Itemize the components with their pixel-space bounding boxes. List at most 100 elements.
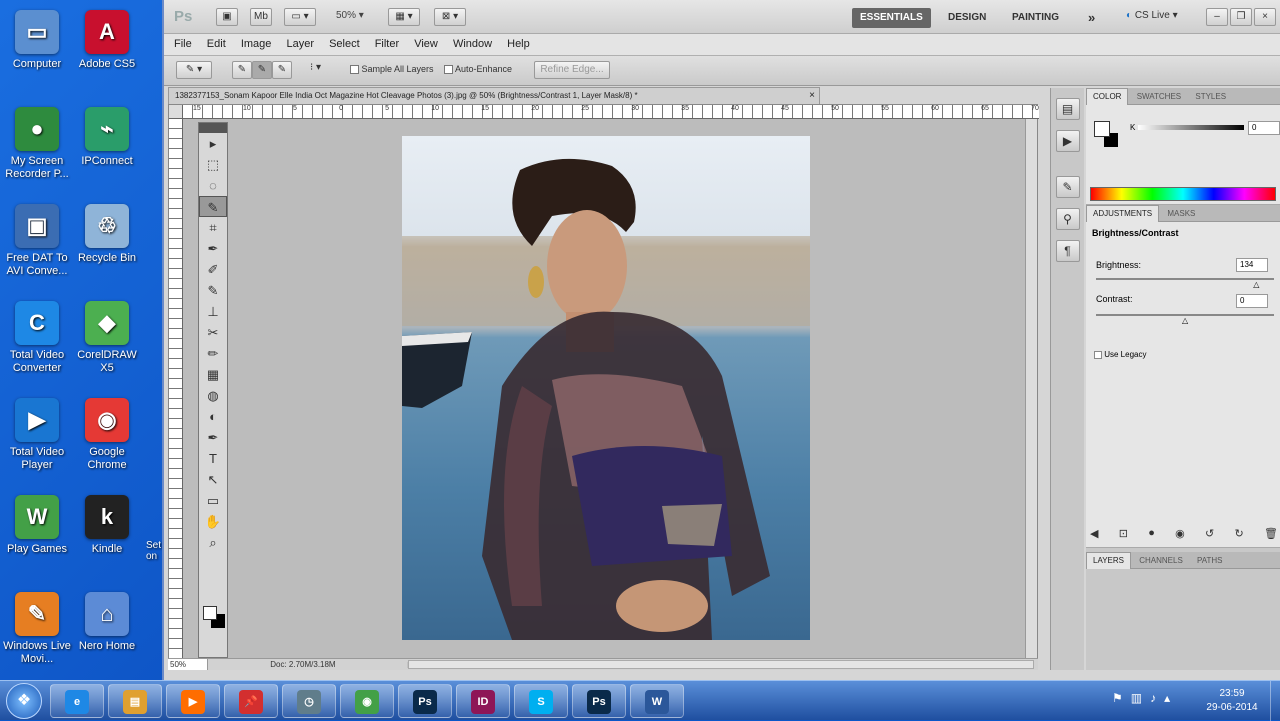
reset-icon[interactable]: ↻ [1235,527,1244,543]
taskbar-photoshop-button[interactable]: Ps [398,684,452,718]
tool-icon[interactable]: ✋ [199,511,227,532]
brightness-value-field[interactable]: 134 [1236,258,1268,272]
menu-layer[interactable]: Layer [280,34,320,50]
tool-icon[interactable]: ◌ [199,175,227,196]
history-panel-icon[interactable]: ▤ [1055,98,1080,120]
taskbar-chrome-button[interactable]: ◉ [340,684,394,718]
tool-icon[interactable]: ✒ [199,238,227,259]
tool-icon[interactable]: ⌗ [199,217,227,238]
menu-window[interactable]: Window [447,34,498,50]
tab-paths[interactable]: PATHS [1191,553,1228,569]
menu-image[interactable]: Image [235,34,278,50]
document-canvas-image[interactable] [402,136,810,640]
vertical-scrollbar[interactable] [1025,119,1037,659]
minibridge-button[interactable]: Mb [250,8,272,26]
tool-icon[interactable]: ◐ [199,406,227,427]
foreground-color-swatch[interactable] [1094,121,1110,137]
paragraph-panel-icon[interactable]: ¶ [1055,240,1080,262]
restore-button[interactable]: ❐ [1230,8,1252,26]
desktop-icon[interactable]: ▶ Total Video Player [0,392,74,488]
workspace-more-button[interactable]: » [1080,8,1103,28]
contrast-slider[interactable]: △ [1096,314,1274,325]
workspace-essentials[interactable]: ESSENTIALS [852,8,931,28]
tab-adjustments[interactable]: ADJUSTMENTS [1086,205,1160,222]
new-selection-button[interactable]: ✎ [232,61,252,79]
tool-icon[interactable]: ▸ [199,133,227,154]
color-spectrum-bar[interactable] [1090,187,1276,201]
tray-arrow-icon[interactable]: ▴ [1164,691,1178,705]
tab-channels[interactable]: CHANNELS [1133,553,1189,569]
desktop-icon[interactable]: ▭ Computer [0,4,74,100]
brushes-panel-icon[interactable]: ✎ [1055,176,1080,198]
toolbox-header[interactable] [199,123,227,133]
brightness-slider-thumb[interactable]: △ [1253,280,1259,289]
tool-icon[interactable]: ✎ [199,280,227,301]
workspace-painting[interactable]: PAINTING [1004,8,1067,28]
tab-color[interactable]: COLOR [1086,88,1129,105]
document-tab[interactable]: 1382377153_Sonam Kapoor Elle India Oct M… [168,87,820,104]
tool-icon[interactable]: ↖ [199,469,227,490]
document-close-icon[interactable]: × [809,88,815,103]
tool-icon[interactable]: ✂ [199,322,227,343]
desktop-icon[interactable]: k Kindle [70,489,144,585]
clone-source-panel-icon[interactable]: ⚲ [1055,208,1080,230]
tool-preset-picker[interactable]: ✎ ▾ [176,61,212,79]
brush-size-picker[interactable]: ⁝ ▾ [310,62,321,73]
tool-icon[interactable]: T [199,448,227,469]
menu-select[interactable]: Select [323,34,366,50]
sample-all-layers-checkbox[interactable]: Sample All Layers [350,64,434,75]
close-button[interactable]: × [1254,8,1276,26]
taskbar-photoshop-active-button[interactable]: Ps [572,684,626,718]
tool-icon[interactable]: ⊥ [199,301,227,322]
brightness-slider[interactable]: △ [1096,278,1274,289]
desktop-icon[interactable]: ● My Screen Recorder P... [0,101,74,197]
desktop-icon[interactable]: C Total Video Converter [0,295,74,391]
menu-help[interactable]: Help [501,34,536,50]
taskbar-ie-button[interactable]: e [50,684,104,718]
taskbar-media-button[interactable]: ▶ [166,684,220,718]
tool-icon[interactable]: ✏ [199,343,227,364]
taskbar-word-button[interactable]: W [630,684,684,718]
vertical-ruler[interactable] [169,119,183,659]
toolbox-foreground-swatch[interactable] [203,606,217,620]
tab-swatches[interactable]: SWATCHES [1131,89,1187,105]
start-button[interactable]: ❖ [6,683,42,719]
tool-icon[interactable]: ✐ [199,259,227,280]
status-zoom[interactable]: 50% [168,659,208,670]
k-slider[interactable] [1138,125,1244,130]
desktop-icon[interactable]: W Play Games [0,489,74,585]
view-extras-button[interactable]: ▭ ▾ [284,8,316,26]
tool-icon[interactable]: ◍ [199,385,227,406]
taskbar-clock-button[interactable]: ◷ [282,684,336,718]
network-icon[interactable]: ▥ [1131,691,1150,705]
tab-styles[interactable]: STYLES [1189,89,1232,105]
cs-live-button[interactable]: ◐ CS Live ▾ [1126,10,1178,21]
desktop-icon[interactable]: ♲ Recycle Bin [70,198,144,294]
zoom-level-dropdown[interactable]: 50% ▾ [336,10,364,21]
menu-view[interactable]: View [408,34,444,50]
tab-layers[interactable]: LAYERS [1086,552,1131,569]
tool-icon[interactable]: ⬚ [199,154,227,175]
taskbar-pin-button[interactable]: 📌 [224,684,278,718]
menu-edit[interactable]: Edit [201,34,232,50]
screen-mode-button[interactable]: ⊠ ▾ [434,8,466,26]
desktop-icon[interactable]: ▣ Free DAT To AVI Conve... [0,198,74,294]
actions-panel-icon[interactable]: ▶ [1055,130,1080,152]
return-to-list-icon[interactable]: ◀ [1090,527,1098,543]
add-to-selection-button[interactable]: ✎ [252,61,272,79]
clip-to-layer-icon[interactable]: ● [1148,527,1155,543]
taskbar-skype-button[interactable]: S [514,684,568,718]
expanded-view-icon[interactable]: ⊡ [1119,527,1128,543]
desktop-icon[interactable]: ◉ Google Chrome [70,392,144,488]
contrast-value-field[interactable]: 0 [1236,294,1268,308]
use-legacy-checkbox[interactable]: Use Legacy [1094,350,1146,359]
tab-masks[interactable]: MASKS [1161,206,1201,222]
k-value-field[interactable]: 0 [1248,121,1280,135]
volume-icon[interactable]: ♪ [1150,691,1164,705]
desktop-icon[interactable]: ⌂ Nero Home [70,586,144,682]
minimize-button[interactable]: – [1206,8,1228,26]
view-previous-icon[interactable]: ↺ [1205,527,1214,543]
menu-file[interactable]: File [168,34,198,50]
desktop-icon[interactable]: A Adobe CS5 [70,4,144,100]
tool-icon[interactable]: ⌕ [199,532,227,553]
